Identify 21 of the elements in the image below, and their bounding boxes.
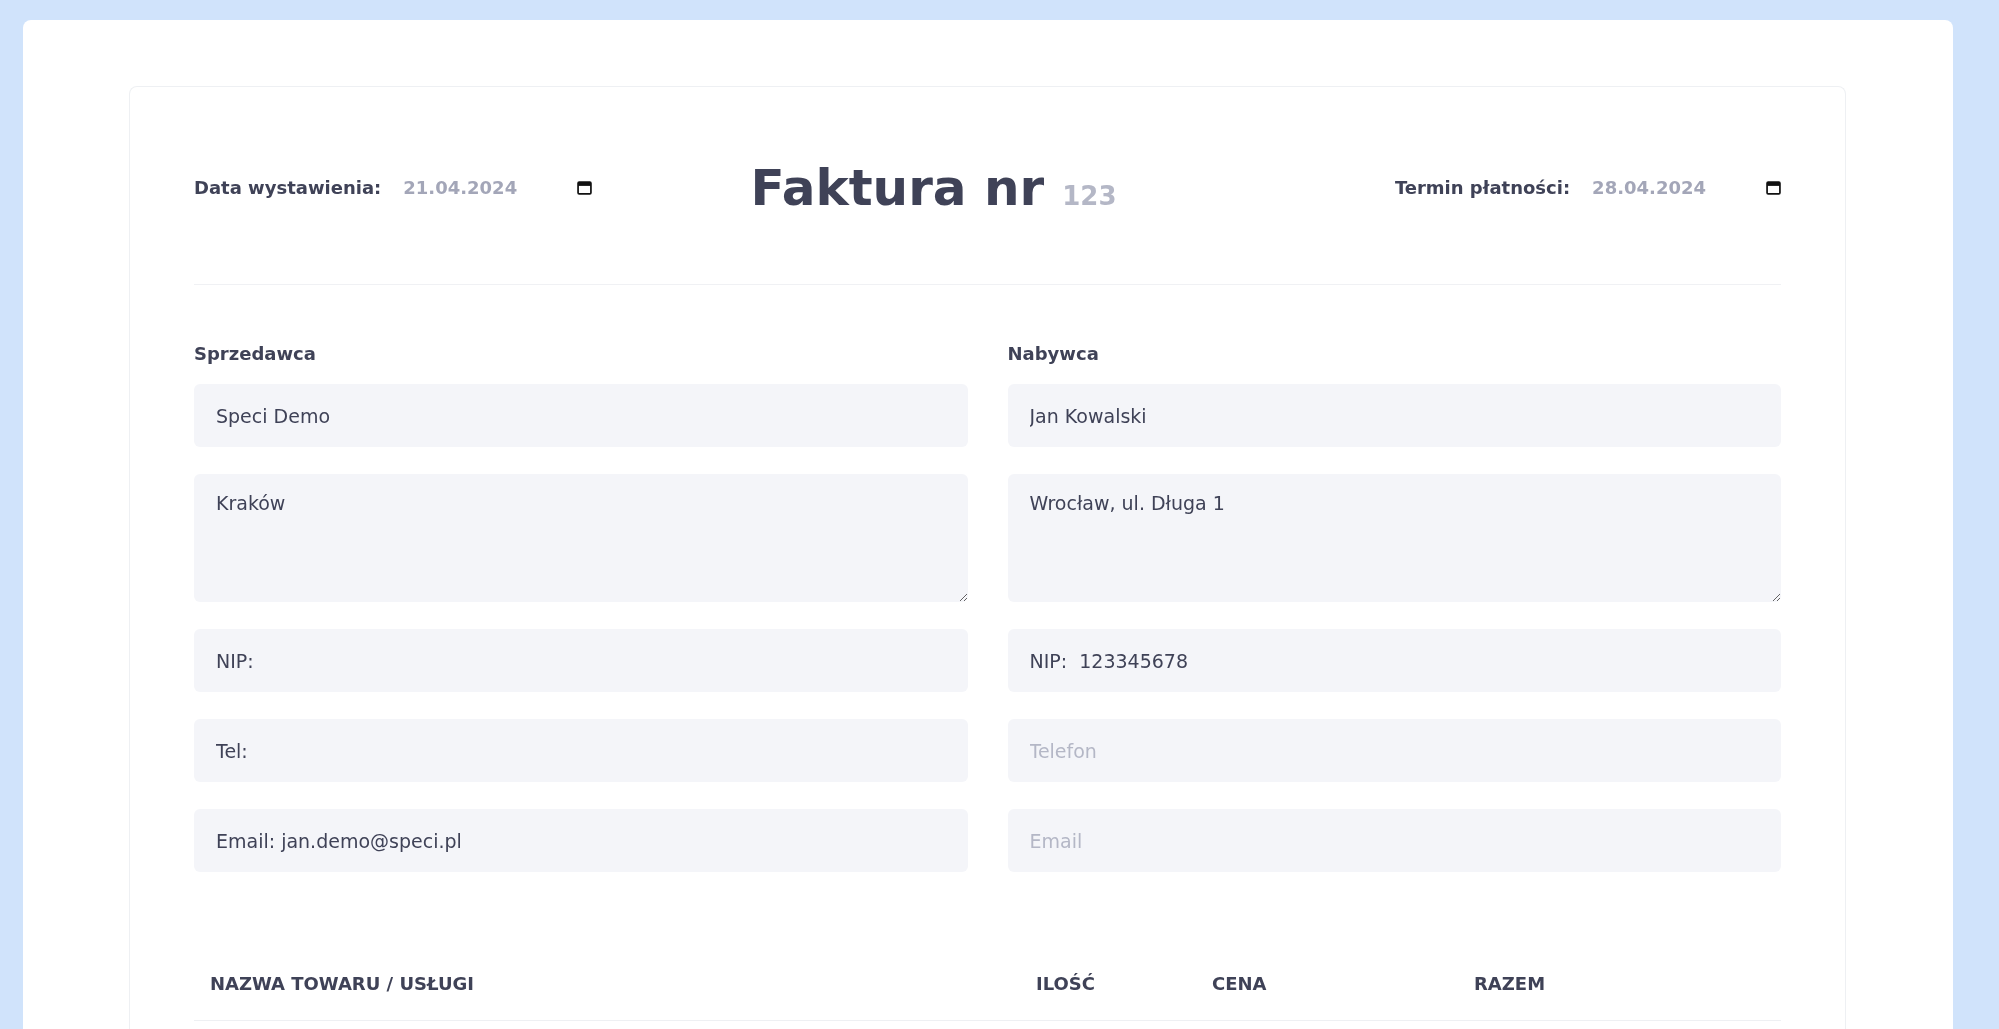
input-field[interactable]: NIP:: [194, 629, 968, 692]
calendar-icon[interactable]: [577, 180, 593, 195]
column-header: CENA: [1212, 972, 1268, 994]
section-heading: Sprzedawca: [194, 343, 317, 364]
calendar-icon[interactable]: [1766, 180, 1781, 195]
input-field[interactable]: Speci Demo: [194, 384, 968, 447]
input-field[interactable]: Telefon: [1007, 719, 1781, 782]
address-field[interactable]: Wrocław, ul. Długa 1: [1007, 474, 1781, 602]
input-field[interactable]: Email: [1007, 809, 1781, 872]
address-field[interactable]: Kraków: [194, 474, 968, 602]
column-header: ILOŚĆ: [1036, 972, 1096, 994]
input-field[interactable]: NIP: 123345678: [1007, 629, 1781, 692]
column-header: RAZEM: [1474, 972, 1546, 994]
invoice-number: 123: [1062, 180, 1117, 211]
input-field[interactable]: Tel:: [194, 719, 968, 782]
date-label: Termin płatności:: [1394, 177, 1571, 198]
section-heading: Nabywca: [1007, 343, 1100, 364]
column-header: NAZWA TOWARU / USŁUGI: [210, 972, 475, 994]
invoice-title: Faktura nr: [750, 158, 1045, 217]
input-field[interactable]: Email: jan.demo@speci.pl: [194, 809, 968, 872]
date-label: Data wystawienia:: [194, 177, 382, 198]
